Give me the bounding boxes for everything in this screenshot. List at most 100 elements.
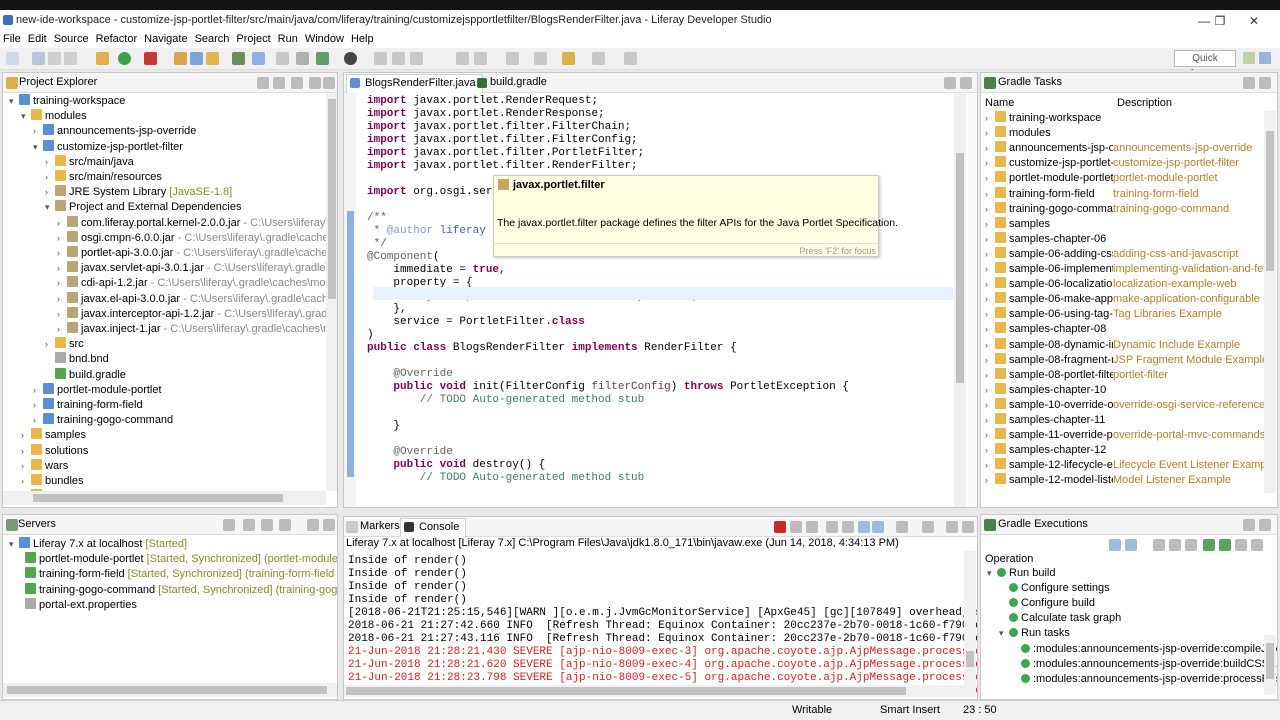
expand-arrow-icon[interactable]: › <box>33 124 43 139</box>
tree-item[interactable]: › wars <box>21 458 68 474</box>
expand-arrow-icon[interactable]: › <box>985 171 995 186</box>
gradle-task-row[interactable]: › sample-06-implementinimplementing-valid… <box>985 262 1270 277</box>
tree-item[interactable]: ▾ training-workspace <box>9 94 125 109</box>
tree-item[interactable]: ▾ customize-jsp-portlet-filter <box>33 139 183 155</box>
expand-arrow-icon[interactable]: › <box>985 413 995 428</box>
tab-markers[interactable]: Markers <box>360 520 400 532</box>
expand-arrow-icon[interactable]: › <box>21 459 31 474</box>
gradle-exec-row[interactable]: :modules:announcements-jsp-override:proc… <box>1011 672 1277 687</box>
expand-arrow-icon[interactable]: › <box>985 111 995 126</box>
pin-icon[interactable] <box>374 52 387 65</box>
scroll-lock-icon[interactable] <box>842 521 854 533</box>
expand-arrow-icon[interactable]: ▾ <box>33 140 43 155</box>
servers-maximize-icon[interactable] <box>323 519 335 531</box>
expand-arrow-icon[interactable]: › <box>57 216 67 231</box>
gradle-executions-tab[interactable]: Gradle Executions <box>998 518 1088 530</box>
show-console-icon[interactable] <box>1153 539 1165 551</box>
expand-arrow-icon[interactable]: › <box>985 277 995 292</box>
server-row[interactable]: portal-ext.properties <box>25 597 137 613</box>
new-icon[interactable] <box>6 52 19 65</box>
servers-hscrollbar[interactable] <box>3 683 337 697</box>
server-row[interactable]: ▾ Liferay 7.x at localhost [Started] <box>9 537 187 552</box>
expand-arrow-icon[interactable]: › <box>33 413 43 428</box>
gradle-exec-row[interactable]: Configure settings <box>999 581 1110 596</box>
next-annotation-icon[interactable] <box>562 52 575 65</box>
expand-arrow-icon[interactable]: › <box>985 353 995 368</box>
gradle-exec-row[interactable]: Configure build <box>999 596 1095 611</box>
expand-arrow-icon[interactable]: › <box>985 156 995 171</box>
tab-blogsrenderfilter[interactable]: BlogsRenderFilter.java <box>346 74 483 93</box>
expand-arrow-icon[interactable]: › <box>985 443 995 458</box>
gradle-task-row[interactable]: › samples-chapter-10 <box>985 382 1265 398</box>
tree-item[interactable]: build.gradle <box>45 367 126 383</box>
gradle-task-row[interactable]: › samples-chapter-06 <box>985 231 1265 247</box>
close-button[interactable]: ✕ <box>1240 13 1268 29</box>
menu-search[interactable]: Search <box>192 32 234 46</box>
server-row[interactable]: training-gogo-command [Started, Synchron… <box>25 582 337 598</box>
expand-arrow-icon[interactable]: › <box>21 444 31 459</box>
gradle-tasks-vscrollbar[interactable] <box>1264 111 1276 493</box>
toggle-mark-icon[interactable] <box>276 52 289 65</box>
tree-item[interactable]: › javax.inject-1.jar - C:\Users\liferay\.… <box>57 322 337 337</box>
servers-tab[interactable]: Servers <box>18 518 56 530</box>
gradle-minimize-icon[interactable] <box>1243 77 1255 89</box>
tree-item[interactable]: › com.liferay.portal.kernel-2.0.0.jar - C… <box>57 215 337 231</box>
link-editor-icon[interactable] <box>273 77 285 89</box>
gradle-exec-vscrollbar[interactable] <box>1264 635 1276 695</box>
menu-window[interactable]: Window <box>302 32 348 46</box>
tree-item[interactable]: bnd.bnd <box>45 352 109 367</box>
expand-arrow-icon[interactable]: ▾ <box>9 537 19 552</box>
editor-vscrollbar[interactable] <box>954 93 966 507</box>
expand-arrow-icon[interactable]: › <box>57 246 67 261</box>
show-on-output-icon[interactable] <box>872 521 884 533</box>
open-console-icon[interactable] <box>922 521 934 533</box>
gradle-exec-row[interactable]: :modules:announcements-jsp-override:comp… <box>1011 642 1277 657</box>
tree-item[interactable]: › bundles <box>21 474 84 489</box>
filter-icon[interactable] <box>1169 539 1181 551</box>
expand-arrow-icon[interactable]: › <box>33 383 43 398</box>
open-type-icon[interactable] <box>232 52 245 65</box>
tree-item[interactable]: › solutions <box>21 443 88 459</box>
gradle-task-row[interactable]: › samples-chapter-08 <box>985 322 1265 337</box>
expand-arrow-icon[interactable]: › <box>985 232 995 247</box>
tree-item[interactable]: › src/main/java <box>45 154 134 170</box>
tree-item[interactable]: › javax.el-api-3.0.0.jar - C:\Users\lifer… <box>57 291 337 307</box>
gradle-task-row[interactable]: › announcements-jsp-oveannouncements-jsp-… <box>985 141 1265 156</box>
expand-arrow-icon[interactable]: › <box>57 292 67 307</box>
save-icon[interactable] <box>32 52 45 65</box>
editor-minimize-icon[interactable] <box>944 77 956 89</box>
back-icon[interactable] <box>592 52 605 65</box>
server-row[interactable]: training-form-field [Started, Synchroniz… <box>25 567 334 582</box>
expand-arrow-icon[interactable]: ▾ <box>999 626 1009 641</box>
server-row[interactable]: portlet-module-portlet [Started, Synchro… <box>25 552 337 567</box>
menu-project[interactable]: Project <box>233 32 274 46</box>
tree-item[interactable]: › src/main/resources <box>45 170 162 185</box>
project-explorer-tab[interactable]: Project Explorer <box>19 76 97 88</box>
gradle-task-row[interactable]: › training-workspace <box>985 111 1265 126</box>
remove-exec-icon[interactable] <box>1235 539 1247 551</box>
layout-icon[interactable] <box>410 52 423 65</box>
gradle-task-row[interactable]: › sample-06-make-applicamake-application-… <box>985 292 1265 307</box>
column-description-header[interactable]: Description <box>1117 97 1172 109</box>
console-minimize-icon[interactable] <box>946 521 958 533</box>
start-server-icon[interactable] <box>261 519 273 531</box>
forward-icon[interactable] <box>624 52 637 65</box>
remove-all-icon[interactable] <box>806 521 818 533</box>
gradle-exec-row[interactable]: ▾ Run build <box>987 566 1055 581</box>
javadoc-hover[interactable]: javax.portlet.filter The javax.portlet.f… <box>493 175 898 257</box>
save-all-icon[interactable] <box>48 52 61 65</box>
gradle-exec-row[interactable]: Calculate task graph <box>999 611 1121 626</box>
paragraph-icon[interactable] <box>506 52 519 65</box>
structure-icon[interactable] <box>474 52 487 65</box>
new-class-icon[interactable] <box>206 52 219 65</box>
expand-arrow-icon[interactable]: › <box>985 398 995 413</box>
expand-arrow-icon[interactable]: › <box>985 338 995 353</box>
gradle-task-row[interactable]: › sample-11-override-poroverride-portal-m… <box>985 428 1265 443</box>
tree-item[interactable]: ▾ Project and External Dependencies <box>45 200 241 215</box>
tree-item[interactable]: › src <box>45 337 84 352</box>
gradle-exec-menu-icon[interactable] <box>1251 539 1263 551</box>
gradle-task-row[interactable]: › sample-06-using-tag-libTag Libraries Ex… <box>985 307 1265 322</box>
menu-navigate[interactable]: Navigate <box>141 32 191 46</box>
new-package-icon[interactable] <box>190 52 203 65</box>
clear-console-icon[interactable] <box>826 521 838 533</box>
